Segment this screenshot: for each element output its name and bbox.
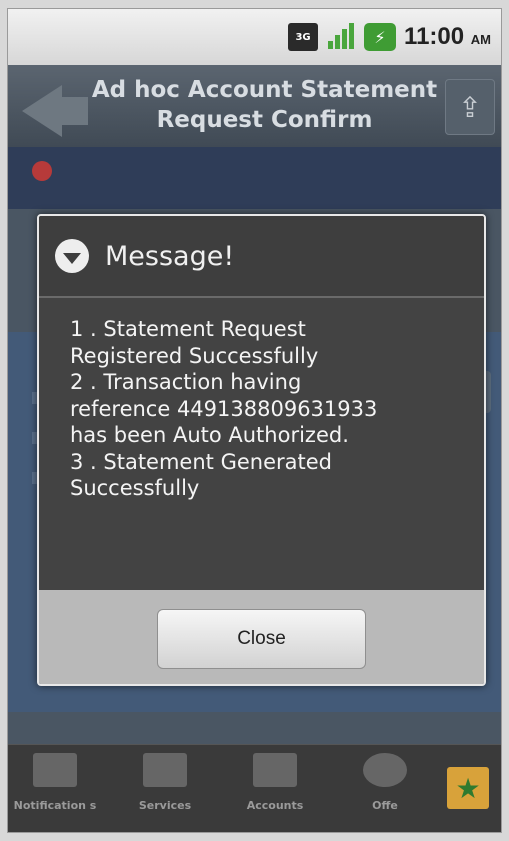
- nav-label: Notification s: [13, 799, 97, 812]
- message-line: 3 . Statement Generated: [70, 449, 332, 474]
- wallet-icon: [143, 753, 187, 787]
- message-line: 2 . Transaction having: [70, 370, 302, 394]
- clock: 11:00 AM: [404, 23, 491, 51]
- network-type-icon: 3G: [288, 23, 319, 51]
- clock-time: 11:00: [404, 23, 465, 50]
- nav-label: Offe: [372, 799, 398, 812]
- share-icon[interactable]: ⇪: [445, 79, 495, 135]
- message-line: Registered Successfully: [70, 343, 319, 368]
- favorite-star-icon[interactable]: ★: [447, 767, 489, 809]
- message-line: reference 449138809631933: [70, 396, 378, 421]
- close-button[interactable]: Close: [157, 609, 366, 669]
- status-bar: 3G ⚡ 11:00 AM: [8, 9, 501, 65]
- nav-item-offers[interactable]: Offe: [342, 753, 428, 812]
- title-bar: Ad hoc Account Statement Request Confirm…: [8, 65, 501, 147]
- clock-ampm: AM: [470, 32, 491, 47]
- nav-item-notifications[interactable]: Notification s: [12, 753, 98, 812]
- dialog-title: Message!: [105, 240, 235, 272]
- card-icon: [253, 753, 297, 787]
- nav-label: Accounts: [246, 799, 304, 812]
- message-line: has been Auto Authorized.: [70, 423, 349, 447]
- nav-label: Services: [138, 799, 192, 812]
- message-line: Successfully: [70, 476, 200, 500]
- dialog-header: Message!: [39, 216, 484, 298]
- message-dialog: Message! 1 . Statement Request Registere…: [37, 214, 486, 686]
- chevron-down-circle-icon: [55, 239, 89, 273]
- offers-badge-icon: [363, 753, 407, 787]
- status-message-strip: [8, 147, 501, 209]
- network-type-label: 3G: [295, 31, 311, 43]
- page-title: Ad hoc Account Statement Request Confirm: [91, 77, 438, 133]
- battery-icon: ⚡: [364, 23, 397, 51]
- phone-screen: 3G ⚡ 11:00 AM Ad hoc Account Statement R…: [7, 8, 502, 833]
- error-icon: [32, 161, 52, 181]
- dialog-message: 1 . Statement Request Registered Success…: [39, 298, 484, 590]
- dialog-footer: Close: [39, 590, 484, 684]
- message-line: 1 . Statement Request: [70, 317, 306, 341]
- signal-strength-icon: [326, 23, 356, 51]
- notification-icon: [33, 753, 77, 787]
- nav-item-accounts[interactable]: Accounts: [232, 753, 318, 812]
- bottom-nav: Notification s Services Accounts Offe ★: [8, 744, 501, 832]
- nav-item-services[interactable]: Services: [122, 753, 208, 812]
